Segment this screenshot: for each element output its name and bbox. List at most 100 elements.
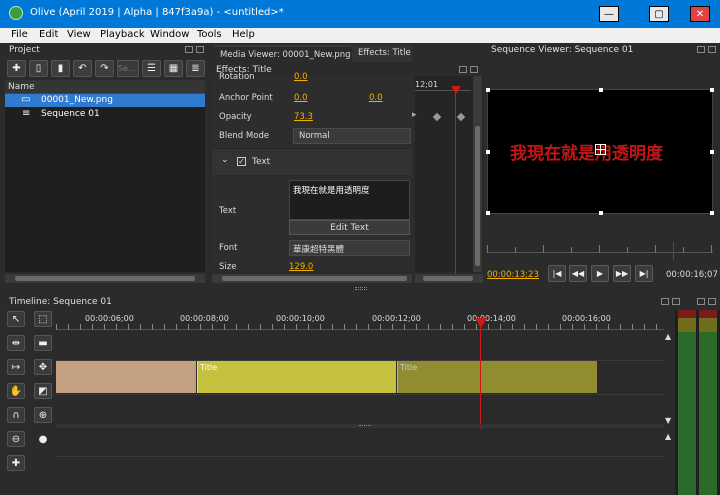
tab-media-viewer[interactable]: Media Viewer: 00001_New.png bbox=[214, 45, 351, 62]
timeline-clip[interactable]: Title bbox=[197, 361, 396, 393]
resize-handle[interactable] bbox=[599, 88, 603, 92]
viewer-playhead[interactable] bbox=[673, 242, 674, 260]
keyframe-hscrollbar[interactable] bbox=[415, 274, 483, 283]
open-file-button[interactable]: ▯ bbox=[29, 60, 48, 77]
undo-button[interactable]: ↶ bbox=[73, 60, 92, 77]
project-hscrollbar[interactable] bbox=[5, 274, 205, 283]
record-icon[interactable]: ● bbox=[34, 431, 52, 447]
menu-help[interactable]: Help bbox=[232, 29, 255, 40]
resize-handle[interactable] bbox=[710, 150, 714, 154]
menu-edit[interactable]: Edit bbox=[39, 29, 58, 40]
text-enable-checkbox[interactable]: ✓ bbox=[237, 157, 246, 166]
float-panel-icon[interactable] bbox=[697, 46, 705, 53]
clip-label: Title bbox=[200, 363, 218, 372]
keyframe-playhead-marker[interactable] bbox=[451, 86, 461, 94]
column-name[interactable]: Name bbox=[8, 82, 35, 92]
scroll-thumb[interactable] bbox=[423, 276, 473, 281]
hand-tool-icon[interactable]: ✋ bbox=[7, 383, 25, 399]
scroll-up-icon[interactable]: ▲ bbox=[665, 332, 671, 341]
float-panel-icon[interactable] bbox=[661, 298, 669, 305]
scroll-thumb[interactable] bbox=[15, 276, 195, 281]
fast-forward-button[interactable]: ▶▶ bbox=[613, 265, 631, 282]
new-item-button[interactable]: ✚ bbox=[7, 60, 26, 77]
add-track-icon[interactable]: ✚ bbox=[7, 455, 25, 471]
resize-handle[interactable] bbox=[486, 211, 490, 215]
rewind-button[interactable]: ◀◀ bbox=[569, 265, 587, 282]
close-panel-icon[interactable] bbox=[672, 298, 680, 305]
anchor-x-value[interactable]: 0.0 bbox=[294, 93, 308, 103]
minimize-button[interactable]: — bbox=[599, 6, 619, 22]
restore-button[interactable]: ▢ bbox=[649, 6, 669, 22]
float-panel-icon[interactable] bbox=[697, 298, 705, 305]
viewer-canvas[interactable]: 我現在就是用透明度 bbox=[486, 88, 714, 215]
float-panel-icon[interactable] bbox=[185, 46, 193, 53]
selection-marquee-tool-icon[interactable]: ⬚ bbox=[34, 311, 52, 327]
close-panel-icon[interactable] bbox=[470, 66, 478, 73]
opacity-value[interactable]: 73.3 bbox=[294, 112, 313, 122]
go-to-start-button[interactable]: |◀ bbox=[548, 265, 566, 282]
zoom-out-icon[interactable]: ⊖ bbox=[7, 431, 25, 447]
splitter-handle[interactable] bbox=[355, 287, 367, 290]
list-item-label: 00001_New.png bbox=[41, 95, 113, 105]
transition-tool-icon[interactable]: ◩ bbox=[34, 383, 52, 399]
rotation-value[interactable]: 0.0 bbox=[294, 72, 308, 82]
zoom-in-icon[interactable]: ⊕ bbox=[34, 407, 52, 423]
menu-view[interactable]: View bbox=[67, 29, 91, 40]
timeline-clip[interactable]: Title bbox=[397, 361, 597, 393]
resize-handle[interactable] bbox=[599, 211, 603, 215]
play-button[interactable]: ▶ bbox=[591, 265, 609, 282]
tab-effects[interactable]: Effects: Title bbox=[352, 45, 412, 62]
slip-tool-icon[interactable]: ↦ bbox=[7, 359, 25, 375]
close-panel-icon[interactable] bbox=[708, 298, 716, 305]
effects-hscrollbar[interactable] bbox=[212, 274, 412, 283]
font-select[interactable]: 華康超特黑體 bbox=[289, 240, 410, 256]
list-view-button[interactable]: ☰ bbox=[142, 60, 161, 77]
scroll-up-icon[interactable]: ▲ bbox=[665, 432, 671, 441]
resize-handle[interactable] bbox=[486, 150, 490, 154]
scroll-thumb[interactable] bbox=[222, 276, 407, 281]
menu-window[interactable]: Window bbox=[150, 29, 189, 40]
close-button[interactable]: ✕ bbox=[690, 6, 710, 22]
icon-view-button[interactable]: ▦ bbox=[164, 60, 183, 77]
menu-tools[interactable]: Tools bbox=[197, 29, 222, 40]
tree-view-button[interactable]: ≣ bbox=[186, 60, 205, 77]
timeline-playhead-marker[interactable] bbox=[475, 318, 487, 328]
keyframe-playhead[interactable] bbox=[455, 88, 456, 274]
edit-text-button[interactable]: Edit Text bbox=[289, 220, 410, 235]
list-item[interactable]: ≡ Sequence 01 bbox=[5, 108, 205, 121]
list-item[interactable]: ▭ 00001_New.png bbox=[5, 94, 205, 107]
size-value[interactable]: 129.0 bbox=[289, 262, 313, 272]
current-timecode[interactable]: 00:00:13;23 bbox=[487, 270, 539, 280]
blend-mode-select[interactable]: Normal bbox=[293, 128, 411, 144]
resize-handle[interactable] bbox=[710, 211, 714, 215]
project-list: ▭ 00001_New.png ≡ Sequence 01 bbox=[5, 94, 205, 272]
blend-mode-row: Blend Mode Normal bbox=[215, 128, 413, 146]
splitter-handle[interactable] bbox=[359, 425, 371, 427]
close-panel-icon[interactable] bbox=[196, 46, 204, 53]
resize-handle[interactable] bbox=[486, 88, 490, 92]
close-panel-icon[interactable] bbox=[708, 46, 716, 53]
menu-playback[interactable]: Playback bbox=[100, 29, 145, 40]
pointer-tool-icon[interactable]: ↖ bbox=[7, 311, 25, 327]
rolling-tool-icon[interactable]: ▬ bbox=[34, 335, 52, 351]
headphones-icon[interactable]: ∩ bbox=[7, 407, 25, 423]
scroll-down-icon[interactable]: ▼ bbox=[665, 416, 671, 425]
save-button[interactable]: ▮ bbox=[51, 60, 70, 77]
resize-handle[interactable] bbox=[710, 88, 714, 92]
float-panel-icon[interactable] bbox=[459, 66, 467, 73]
keyframe-vscrollbar[interactable] bbox=[473, 76, 482, 272]
timeline-clip[interactable] bbox=[56, 361, 196, 393]
ruler-tick-label: 00:00:16;00 bbox=[562, 314, 611, 323]
text-content-field[interactable]: 我現在就是用透明度 bbox=[289, 180, 410, 220]
slide-tool-icon[interactable]: ✥ bbox=[34, 359, 52, 375]
redo-button[interactable]: ↷ bbox=[95, 60, 114, 77]
menu-file[interactable]: File bbox=[11, 29, 28, 40]
go-to-end-button[interactable]: ▶| bbox=[635, 265, 653, 282]
collapse-chevron-icon[interactable]: ⌄ bbox=[221, 155, 229, 165]
viewer-mini-timeline[interactable] bbox=[487, 242, 713, 260]
ripple-tool-icon[interactable]: ⇹ bbox=[7, 335, 25, 351]
scroll-thumb[interactable] bbox=[475, 126, 480, 266]
prev-keyframe-icon[interactable]: ▸ bbox=[412, 110, 417, 120]
project-search-input[interactable] bbox=[117, 60, 139, 77]
anchor-y-value[interactable]: 0.0 bbox=[369, 93, 383, 103]
